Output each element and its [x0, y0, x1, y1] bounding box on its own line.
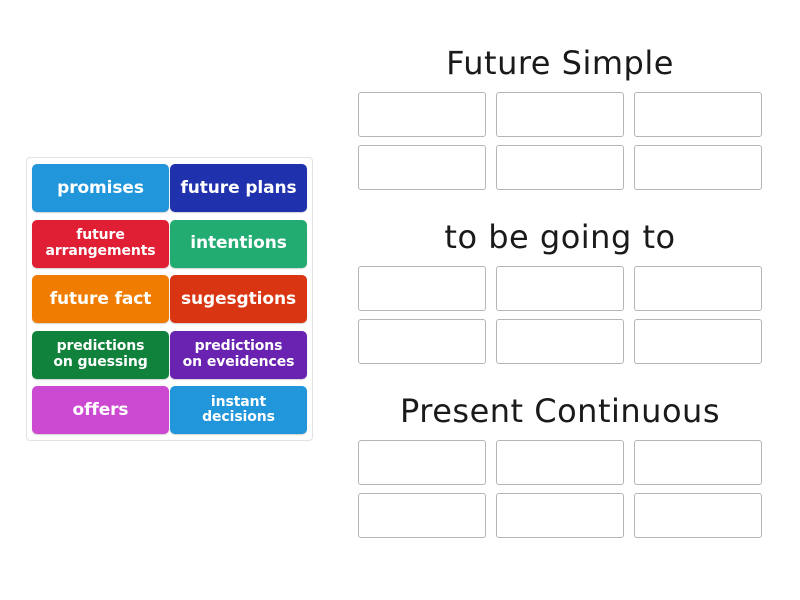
drop-zone[interactable] — [496, 493, 624, 538]
tile-predictions-on-eveidences[interactable]: predictions on eveidences — [170, 330, 307, 379]
tile-future-plans[interactable]: future plans — [170, 164, 307, 212]
activity-stage: promises future plans future arrangement… — [0, 0, 800, 600]
drop-zone-row — [358, 319, 762, 364]
tile-predictions-on-guessing[interactable]: predictions on guessing — [32, 330, 169, 379]
tile-label: instant decisions — [202, 393, 275, 426]
drop-zone[interactable] — [496, 440, 624, 485]
tile-label-line2: on eveidences — [182, 353, 295, 370]
category-to-be-going-to: to be going to — [340, 218, 780, 364]
tile-label: predictions on eveidences — [182, 338, 295, 370]
category-present-continuous: Present Continuous — [340, 392, 780, 538]
drop-zone-grid — [340, 440, 780, 538]
drop-zone-row — [358, 493, 762, 538]
drop-zone[interactable] — [496, 266, 624, 311]
drop-zone[interactable] — [496, 319, 624, 364]
drop-zone-grid — [340, 266, 780, 364]
tile-label: future plans — [180, 177, 297, 198]
category-title: Future Simple — [446, 44, 674, 82]
tile-label-line2: on guessing — [53, 353, 148, 370]
tile-label: future arrangements — [45, 227, 156, 259]
tile-future-arrangements[interactable]: future arrangements — [32, 219, 169, 268]
drop-zone[interactable] — [634, 493, 762, 538]
tile-row: promises future plans — [32, 164, 307, 212]
drop-zone[interactable] — [358, 92, 486, 137]
drop-zone[interactable] — [634, 145, 762, 190]
tile-label-line1: instant — [210, 393, 267, 410]
drop-zone[interactable] — [634, 319, 762, 364]
tile-label: future fact — [49, 288, 152, 309]
drop-zone[interactable] — [634, 92, 762, 137]
tile-label: promises — [57, 177, 144, 198]
tile-row: predictions on guessing predictions on e… — [32, 330, 307, 379]
tile-label-line1: future — [76, 227, 125, 244]
tile-label-line1: predictions — [56, 338, 145, 355]
tile-label: intentions — [190, 233, 287, 254]
category-future-simple: Future Simple — [340, 44, 780, 190]
tile-label-line2: arrangements — [45, 242, 156, 259]
drop-zone[interactable] — [358, 440, 486, 485]
tile-promises[interactable]: promises — [32, 164, 169, 212]
drop-zone-row — [358, 145, 762, 190]
tile-offers[interactable]: offers — [32, 386, 169, 434]
tile-label: offers — [72, 399, 129, 420]
tile-instant-decisions[interactable]: instant decisions — [170, 386, 307, 434]
tile-label-line1: predictions — [194, 338, 283, 355]
tile-row: offers instant decisions — [32, 386, 307, 434]
drop-zone[interactable] — [358, 145, 486, 190]
tile-future-fact[interactable]: future fact — [32, 275, 169, 323]
category-title: Present Continuous — [400, 392, 720, 430]
tile-label: predictions on guessing — [53, 338, 148, 370]
tile-intentions[interactable]: intentions — [170, 219, 307, 268]
tiles-panel: promises future plans future arrangement… — [26, 157, 313, 441]
drop-zone-row — [358, 92, 762, 137]
drop-zone-grid — [340, 92, 780, 190]
tile-row: future fact sugesgtions — [32, 275, 307, 323]
drop-zone[interactable] — [634, 440, 762, 485]
drop-zone[interactable] — [496, 145, 624, 190]
tile-row: future arrangements intentions — [32, 219, 307, 268]
drop-zone[interactable] — [496, 92, 624, 137]
drop-zone[interactable] — [634, 266, 762, 311]
drop-zone-row — [358, 440, 762, 485]
tile-label-line2: decisions — [202, 409, 275, 425]
category-title: to be going to — [444, 218, 676, 256]
drop-zone[interactable] — [358, 319, 486, 364]
drop-zone[interactable] — [358, 266, 486, 311]
drop-zone[interactable] — [358, 493, 486, 538]
drop-zone-row — [358, 266, 762, 311]
tile-label: sugesgtions — [181, 288, 296, 309]
tile-sugesgtions[interactable]: sugesgtions — [170, 275, 307, 323]
